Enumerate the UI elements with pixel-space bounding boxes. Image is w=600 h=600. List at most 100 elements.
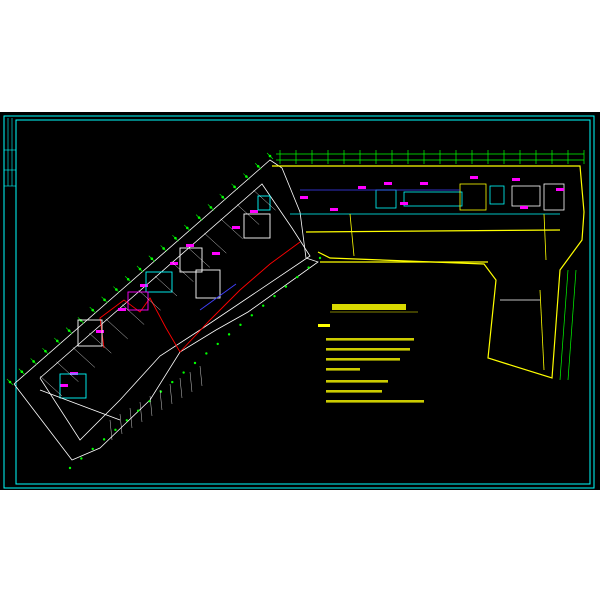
grid-tick [172, 234, 179, 242]
grid-marker [182, 371, 185, 374]
equipment-tag [330, 208, 338, 211]
grid-marker [80, 457, 83, 460]
partition-line [122, 304, 145, 325]
grid-marker [227, 333, 231, 336]
equipment-tag [470, 176, 478, 179]
equipment-tag [420, 182, 428, 185]
grid-marker [239, 323, 242, 327]
right-block-rooms [290, 183, 565, 371]
note-line [326, 380, 388, 383]
drawing-sheet [0, 112, 600, 490]
grid-marker [307, 266, 310, 269]
grid-tick [195, 214, 203, 221]
partition-line [253, 190, 276, 211]
stair-line [169, 383, 173, 405]
equipment-tag [186, 244, 194, 247]
notes-title-bar [332, 304, 406, 310]
grid-tick [207, 204, 215, 211]
notes-text-lines [326, 338, 424, 403]
grid-marker [250, 314, 254, 317]
equipment-tag [96, 330, 104, 333]
grid-tick [243, 173, 250, 180]
title-strip [3, 116, 16, 488]
note-line [326, 348, 410, 351]
notes-block [318, 304, 424, 403]
cad-viewport [0, 0, 600, 600]
grid-marker [273, 294, 276, 298]
equipment-tag [118, 308, 126, 311]
grid-marker [125, 419, 129, 422]
note-line [326, 338, 414, 341]
sheet-border-inner [15, 119, 591, 485]
core-rooms [39, 195, 301, 421]
equipment-tag [212, 252, 220, 255]
partition-line [39, 375, 63, 397]
grid-tick [30, 358, 37, 365]
wing-interior-lines [39, 190, 276, 441]
grid-marker [193, 361, 197, 365]
equipment-tag [232, 226, 240, 229]
equipment-tag [384, 182, 392, 185]
grid-tick [160, 245, 167, 252]
equipment-tag [520, 206, 528, 209]
grid-marker [171, 380, 174, 384]
partition-line [187, 247, 210, 268]
grid-tick [231, 183, 238, 191]
grid-tick [54, 337, 61, 345]
partition-line [105, 318, 128, 340]
grid-marker [114, 428, 117, 432]
equipment-tag [70, 372, 78, 375]
equipment-tag [400, 202, 408, 205]
right-block-outline [272, 165, 585, 379]
note-line [326, 400, 424, 403]
partition-line [138, 290, 161, 311]
equipment-tag [250, 210, 258, 213]
equipment-tag [556, 188, 564, 191]
grid-marker [284, 285, 288, 288]
grid-marker [68, 466, 72, 470]
grid-tick [42, 347, 49, 355]
partition-line [237, 204, 260, 225]
grid-tick [124, 276, 132, 283]
partition-line [204, 232, 227, 254]
grid-tick [113, 286, 120, 293]
top-dimension-ticks [279, 150, 585, 164]
equipment-tag [512, 178, 520, 181]
grid-marker [296, 275, 299, 279]
grid-tick [184, 224, 191, 232]
floor-plan-drawing [3, 115, 595, 489]
grid-tick [148, 255, 156, 262]
stair-line [189, 371, 193, 393]
equipment-tag [140, 284, 148, 287]
grid-tick [254, 163, 262, 170]
grid-marker [261, 304, 265, 307]
grid-marker [318, 256, 322, 260]
note-line [326, 390, 382, 393]
grid-tick [219, 193, 226, 201]
sheet-border-outer [3, 115, 595, 489]
diagonal-wing-outline [13, 159, 319, 461]
partition-line [154, 275, 178, 297]
grid-marker [216, 342, 219, 346]
note-line [326, 368, 360, 371]
grid-marker [205, 352, 208, 355]
grid-tick [101, 296, 108, 304]
note-line [326, 358, 400, 361]
wing-grid-markers [6, 152, 322, 470]
grid-tick [6, 378, 14, 386]
equipment-tag [358, 186, 366, 189]
notes-heading-mark [318, 324, 330, 327]
equipment-tag [300, 196, 308, 199]
top-dimension-line [276, 153, 584, 161]
equipment-tag [170, 262, 178, 265]
partition-line [89, 332, 112, 354]
stair-line [139, 401, 143, 423]
stair-line [199, 365, 203, 387]
stair-line [179, 377, 183, 399]
stair-line [159, 389, 163, 411]
grid-tick [266, 152, 274, 160]
grid-tick [136, 265, 144, 273]
right-dimension-line [559, 269, 577, 381]
grid-tick [89, 306, 96, 314]
grid-marker [91, 447, 94, 451]
